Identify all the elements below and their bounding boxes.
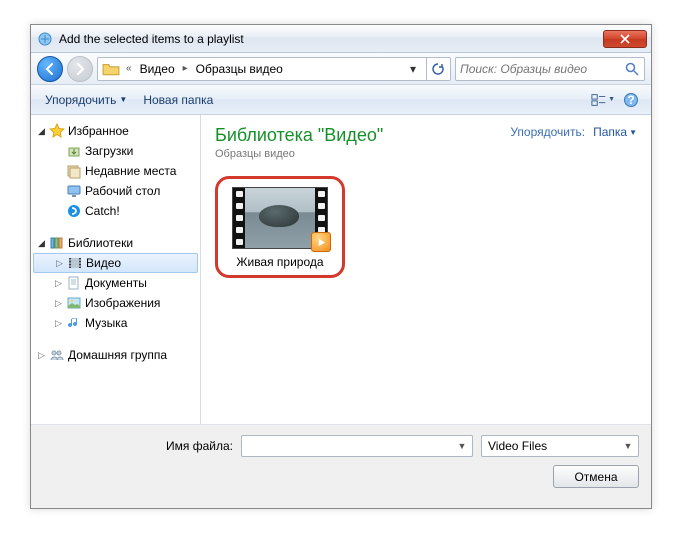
video-library-icon — [67, 255, 83, 271]
breadcrumb-item[interactable]: Видео — [136, 60, 179, 78]
collapse-icon[interactable]: ◢ — [37, 127, 46, 136]
tree-label: Документы — [85, 276, 147, 290]
libraries-icon — [49, 235, 65, 251]
play-overlay-icon — [311, 232, 331, 252]
toolbar: Упорядочить ▼ Новая папка ▼ ? — [31, 85, 651, 115]
search-box[interactable] — [455, 57, 645, 81]
chevron-down-icon: ▼ — [608, 96, 615, 103]
libraries-group: ◢ Библиотеки ▷ Видео ▷ Документы ▷ — [31, 233, 200, 333]
tree-label: Рабочий стол — [85, 184, 160, 198]
music-icon — [66, 315, 82, 331]
video-thumbnail — [232, 187, 328, 249]
cancel-label: Отмена — [574, 470, 617, 484]
expand-icon[interactable]: ▷ — [37, 351, 46, 360]
new-folder-label: Новая папка — [143, 93, 213, 107]
dialog-body: ◢ Избранное Загрузки Недавние места — [31, 115, 651, 424]
homegroup-icon — [49, 347, 65, 363]
homegroup-label: Домашняя группа — [68, 348, 167, 362]
chevron-right-icon: ▸ — [179, 63, 192, 74]
file-dialog-window: Add the selected items to a playlist « В… — [30, 24, 652, 509]
homegroup-group: ▷ Домашняя группа — [31, 345, 200, 365]
new-folder-button[interactable]: Новая папка — [137, 89, 219, 111]
chevron-right-icon: « — [122, 63, 136, 74]
tree-label: Музыка — [85, 316, 127, 330]
address-dropdown[interactable]: ▾ — [404, 62, 422, 76]
filetype-combo[interactable]: Video Files ▼ — [481, 435, 639, 457]
search-input[interactable] — [460, 62, 624, 76]
cancel-button[interactable]: Отмена — [553, 465, 639, 488]
organize-label: Упорядочить — [45, 93, 116, 107]
filename-combo[interactable]: ▼ — [241, 435, 473, 457]
search-icon[interactable] — [624, 61, 640, 77]
titlebar: Add the selected items to a playlist — [31, 25, 651, 53]
pictures-icon — [66, 295, 82, 311]
video-item[interactable]: Живая природа — [215, 176, 345, 278]
catch-icon — [66, 203, 82, 219]
arrange-label: Упорядочить: — [510, 125, 585, 139]
collapse-icon[interactable]: ◢ — [37, 239, 46, 248]
folder-icon — [102, 60, 120, 78]
arrange-by-link[interactable]: Папка ▼ — [593, 125, 637, 139]
sidebar-item-pictures[interactable]: ▷ Изображения — [31, 293, 200, 313]
libraries-header[interactable]: ◢ Библиотеки — [31, 233, 200, 253]
organize-menu[interactable]: Упорядочить ▼ — [39, 89, 133, 111]
library-header: Библиотека "Видео" Образцы видео Упорядо… — [215, 125, 637, 160]
sidebar-item-recent[interactable]: Недавние места — [31, 161, 200, 181]
homegroup-header[interactable]: ▷ Домашняя группа — [31, 345, 200, 365]
navigation-pane: ◢ Избранное Загрузки Недавние места — [31, 115, 201, 424]
sidebar-item-music[interactable]: ▷ Музыка — [31, 313, 200, 333]
app-icon — [37, 31, 53, 47]
recent-icon — [66, 163, 82, 179]
libraries-label: Библиотеки — [68, 236, 133, 250]
star-icon — [49, 123, 65, 139]
chevron-down-icon: ▼ — [119, 95, 127, 104]
svg-text:?: ? — [627, 93, 634, 107]
tree-label: Видео — [86, 256, 121, 270]
expand-icon[interactable]: ▷ — [55, 259, 64, 268]
view-options-button[interactable]: ▼ — [591, 89, 615, 111]
chevron-down-icon: ▼ — [629, 128, 637, 137]
dialog-footer: Имя файла: ▼ Video Files ▼ Отмена — [31, 424, 651, 508]
help-button[interactable]: ? — [619, 89, 643, 111]
window-title: Add the selected items to a playlist — [59, 32, 603, 46]
navigation-bar: « Видео ▸ Образцы видео ▾ — [31, 53, 651, 85]
filetype-value: Video Files — [488, 439, 620, 453]
sidebar-item-downloads[interactable]: Загрузки — [31, 141, 200, 161]
download-icon — [66, 143, 82, 159]
filename-label: Имя файла: — [63, 439, 233, 453]
sidebar-item-video[interactable]: ▷ Видео — [33, 253, 198, 273]
expand-icon[interactable]: ▷ — [54, 299, 63, 308]
address-bar[interactable]: « Видео ▸ Образцы видео ▾ — [97, 57, 451, 81]
tree-label: Недавние места — [85, 164, 176, 178]
arrange-value: Папка — [593, 125, 627, 139]
documents-icon — [66, 275, 82, 291]
tree-label: Catch! — [85, 204, 120, 218]
breadcrumb-item[interactable]: Образцы видео — [192, 60, 287, 78]
favorites-group: ◢ Избранное Загрузки Недавние места — [31, 121, 200, 221]
tree-label: Изображения — [85, 296, 160, 310]
sidebar-item-catch[interactable]: Catch! — [31, 201, 200, 221]
video-item-label: Живая природа — [236, 255, 323, 269]
refresh-button[interactable] — [426, 57, 448, 81]
chevron-down-icon[interactable]: ▼ — [454, 441, 470, 451]
favorites-header[interactable]: ◢ Избранное — [31, 121, 200, 141]
chevron-down-icon[interactable]: ▼ — [620, 441, 636, 451]
forward-button[interactable] — [67, 56, 93, 82]
sidebar-item-documents[interactable]: ▷ Документы — [31, 273, 200, 293]
tree-label: Загрузки — [85, 144, 133, 158]
sidebar-item-desktop[interactable]: Рабочий стол — [31, 181, 200, 201]
library-subtitle: Образцы видео — [215, 148, 383, 160]
content-pane: Библиотека "Видео" Образцы видео Упорядо… — [201, 115, 651, 424]
close-button[interactable] — [603, 30, 647, 48]
expand-icon[interactable]: ▷ — [54, 319, 63, 328]
back-button[interactable] — [37, 56, 63, 82]
favorites-label: Избранное — [68, 124, 129, 138]
desktop-icon — [66, 183, 82, 199]
library-title: Библиотека "Видео" — [215, 125, 383, 146]
expand-icon[interactable]: ▷ — [54, 279, 63, 288]
